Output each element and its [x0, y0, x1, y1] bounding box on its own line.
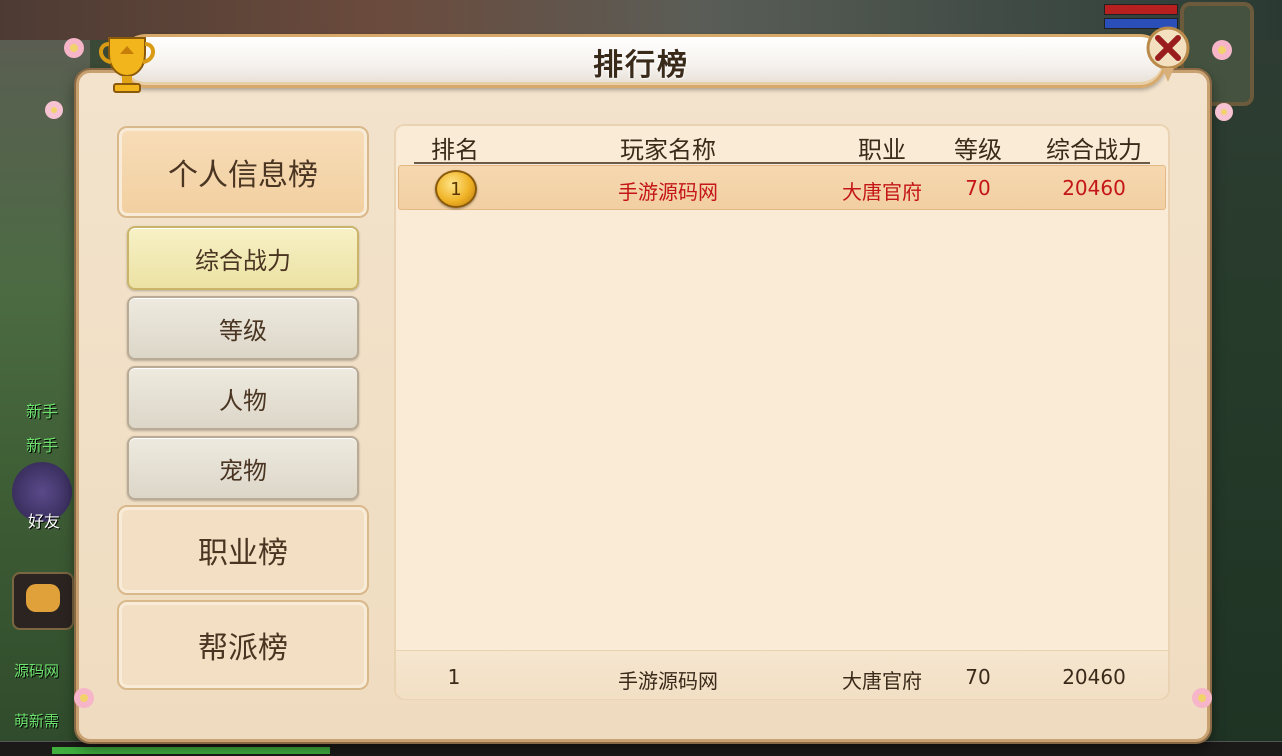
my-rank-level: 70 — [965, 665, 991, 689]
flower-decoration-icon — [74, 688, 94, 708]
header-combat-power: 综合战力 — [1046, 136, 1142, 164]
rank-number: 1 — [450, 178, 462, 200]
flower-decoration-icon — [45, 101, 63, 119]
panel-title: 排行榜 — [593, 48, 689, 83]
trophy-icon — [99, 37, 155, 93]
header-level: 等级 — [954, 136, 1002, 164]
header-divider — [414, 162, 1150, 164]
subtab-pet[interactable]: 宠物 — [127, 436, 359, 500]
category-profession[interactable]: 职业榜 — [117, 505, 369, 595]
chat-button[interactable] — [12, 572, 74, 630]
close-icon[interactable] — [1138, 24, 1202, 88]
my-rank-number: 1 — [447, 665, 461, 689]
side-quest-text-2[interactable]: 新手 — [26, 432, 58, 456]
flower-decoration-icon — [1192, 688, 1212, 708]
my-rank-power: 20460 — [1062, 665, 1126, 689]
flower-decoration-icon — [1212, 40, 1232, 60]
chat-line-2: 萌新需 — [14, 712, 60, 730]
exp-bar — [0, 741, 1282, 756]
subtab-character[interactable]: 人物 — [127, 366, 359, 430]
flower-decoration-icon — [1215, 103, 1233, 121]
subtab-level[interactable]: 等级 — [127, 296, 359, 360]
row-level: 70 — [965, 176, 991, 200]
header-rank: 排名 — [431, 136, 479, 164]
chat-line-1: 源码网 — [14, 662, 60, 680]
header-player-name: 玩家名称 — [620, 136, 716, 164]
category-guild[interactable]: 帮派榜 — [117, 600, 369, 690]
chat-bubble-icon — [26, 584, 60, 612]
header-profession: 职业 — [858, 136, 906, 164]
row-combat-power: 20460 — [1062, 176, 1126, 200]
gold-medal-icon: 1 — [435, 170, 477, 208]
ranking-table — [394, 124, 1170, 700]
subtab-combat-power[interactable]: 综合战力 — [127, 226, 359, 290]
side-quest-text[interactable]: 新手 — [26, 398, 58, 422]
my-rank-profession: 大唐官府 — [842, 669, 922, 693]
friend-label: 好友 — [28, 512, 61, 531]
row-player-name: 手游源码网 — [618, 180, 718, 204]
row-profession: 大唐官府 — [842, 180, 922, 204]
exp-fill — [52, 747, 330, 754]
category-personal-info[interactable]: 个人信息榜 — [117, 126, 369, 218]
my-rank-name: 手游源码网 — [618, 669, 718, 693]
flower-decoration-icon — [64, 38, 84, 58]
